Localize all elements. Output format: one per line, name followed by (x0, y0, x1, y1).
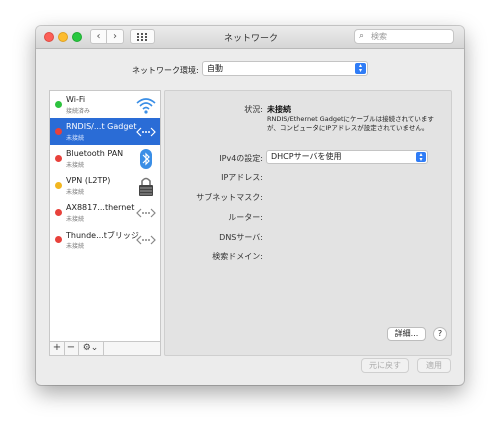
title-bar: ‹ › ネットワーク ⌕ 検索 (36, 26, 464, 49)
apply-button[interactable]: 適用 (417, 358, 451, 373)
ipv4-config-select[interactable]: DHCPサーバを使用 ▴ ▾ (266, 150, 428, 164)
service-name: Bluetooth PAN (66, 149, 124, 158)
service-item-thunderbolt-bridge[interactable]: Thunde...tブリッジ 未接続 (50, 226, 160, 253)
service-list-controls: + − ⚙⌄ (49, 342, 161, 356)
status-value: 未接続 (267, 105, 291, 114)
chevron-right-icon: › (113, 31, 117, 42)
search-icon: ⌕ (359, 31, 365, 41)
ipv4-label: IPv4の設定: (219, 154, 263, 163)
close-window-button[interactable] (44, 32, 54, 42)
status-description: RNDIS/Ethernet Gadgetにケーブルは接続されていますが、コンピ… (267, 115, 434, 132)
router-label: ルーター: (228, 213, 263, 222)
gear-icon: ⚙⌄ (82, 343, 99, 353)
status-dot (55, 155, 62, 162)
help-button[interactable]: ? (433, 327, 447, 341)
service-name: Wi-Fi (66, 95, 86, 104)
status-label: 状況: (244, 105, 263, 114)
service-item-bluetooth-pan[interactable]: Bluetooth PAN 未接続 (50, 145, 160, 172)
show-all-button[interactable] (130, 29, 155, 44)
service-status: 接続済み (66, 108, 91, 115)
wifi-icon (136, 98, 156, 114)
back-button[interactable]: ‹ (90, 29, 107, 44)
search-placeholder: 検索 (371, 32, 387, 41)
dns-server-label: DNSサーバ: (219, 233, 263, 242)
service-detail-panel: 状況: 未接続 RNDIS/Ethernet Gadgetにケーブルは接続されて… (164, 90, 452, 356)
service-list: Wi-Fi 接続済み RNDIS/...t Gadget 未接続 Bluetoo… (49, 90, 161, 342)
chevron-left-icon: ‹ (96, 31, 101, 42)
service-name: AX8817...thernet (66, 203, 135, 212)
service-item-ax88179[interactable]: AX8817...thernet 未接続 (50, 199, 160, 226)
revert-button[interactable]: 元に戻す (361, 358, 409, 373)
service-status: 未接続 (66, 243, 85, 250)
status-dot (55, 128, 62, 135)
service-status: 未接続 (66, 162, 85, 169)
chevron-updown-icon: ▴ ▾ (355, 63, 366, 74)
status-dot (55, 236, 62, 243)
ethernet-icon (136, 208, 156, 218)
search-domain-label: 検索ドメイン: (212, 252, 263, 261)
service-item-rndis[interactable]: RNDIS/...t Gadget 未接続 (50, 118, 160, 145)
service-name: RNDIS/...t Gadget (66, 122, 137, 131)
service-item-wifi[interactable]: Wi-Fi 接続済み (50, 91, 160, 118)
search-field[interactable]: ⌕ 検索 (354, 29, 454, 44)
minimize-window-button[interactable] (58, 32, 68, 42)
service-status: 未接続 (66, 216, 85, 223)
status-dot (55, 182, 62, 189)
service-status: 未接続 (66, 189, 85, 196)
status-dot (55, 209, 62, 216)
network-preferences-window: ‹ › ネットワーク ⌕ 検索 ネットワーク環境: 自動 ▴ ▾ Wi-Fi 接続… (36, 26, 464, 385)
advanced-button[interactable]: 詳細... (387, 327, 426, 341)
subnet-mask-label: サブネットマスク: (196, 193, 263, 202)
ip-address-label: IPアドレス: (221, 173, 263, 182)
bluetooth-icon (140, 149, 152, 169)
ipv4-config-value: DHCPサーバを使用 (271, 152, 342, 161)
location-select[interactable]: 自動 ▴ ▾ (202, 61, 368, 76)
status-dot (55, 101, 62, 108)
service-item-vpn[interactable]: VPN (L2TP) 未接続 (50, 172, 160, 199)
zoom-window-button[interactable] (72, 32, 82, 42)
ethernet-icon (136, 235, 156, 245)
service-name: Thunde...tブリッジ (66, 231, 139, 240)
service-status: 未接続 (66, 135, 85, 142)
ethernet-icon (136, 127, 156, 137)
gear-menu-button[interactable]: ⚙⌄ (78, 342, 104, 355)
window-title: ネットワーク (223, 34, 278, 44)
location-value: 自動 (207, 64, 223, 73)
location-label: ネットワーク環境: (132, 66, 199, 75)
chevron-updown-icon: ▴ ▾ (416, 152, 426, 163)
vpn-lock-icon (139, 177, 153, 196)
service-name: VPN (L2TP) (66, 176, 111, 185)
forward-button[interactable]: › (107, 29, 124, 44)
add-service-button[interactable]: + (50, 342, 65, 355)
remove-service-button[interactable]: − (64, 342, 79, 355)
